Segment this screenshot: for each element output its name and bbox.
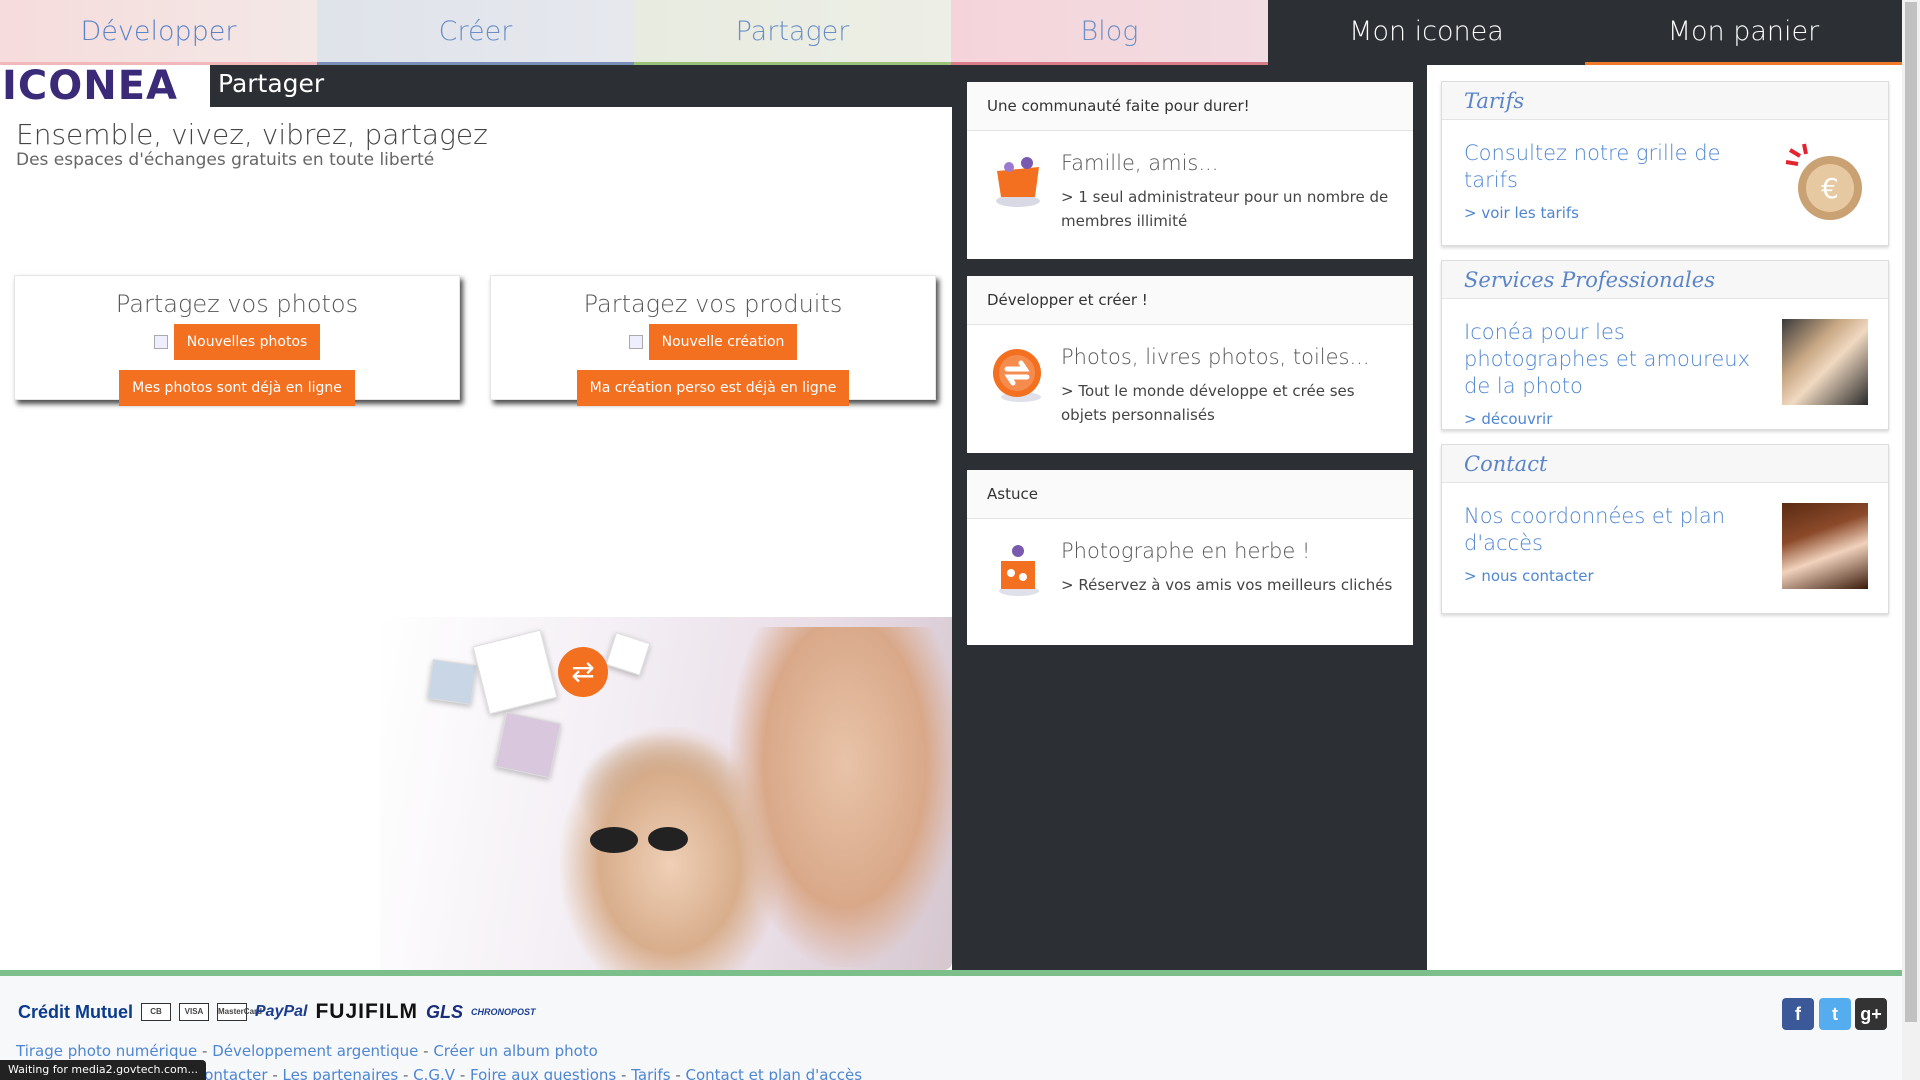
contact-link[interactable]: > nous contacter [1464, 567, 1594, 585]
photographer-photo [1782, 319, 1868, 405]
main-content: ICONEA Partager Ensemble, vivez, vibrez,… [0, 65, 952, 970]
middle-column: Une communauté faite pour durer! Famille… [952, 65, 1427, 970]
contact-card: Contact Nos coordonnées et plan d'accès … [1441, 444, 1889, 614]
card-description: > Réservez à vos amis vos meilleurs clic… [1061, 576, 1393, 594]
brand-bar: ICONEA Partager [0, 65, 952, 109]
chronopost-logo: CHRONOPOST [471, 1007, 536, 1017]
google-plus-icon[interactable]: g+ [1855, 998, 1887, 1030]
photo-cube [494, 711, 562, 779]
scrollbar[interactable] [1902, 0, 1920, 1080]
photo-cube [427, 659, 477, 705]
mastercard-icon: MasterCard [217, 1003, 262, 1021]
hero-photo: ⇄ [380, 617, 952, 970]
card-header: Services Professionales [1442, 261, 1888, 299]
share-products-card: Partagez vos produits Nouvelle création … [490, 275, 936, 406]
gls-logo: GLS [425, 1001, 463, 1022]
see-prices-link[interactable]: > voir les tarifs [1464, 204, 1579, 222]
top-nav: Développer Créer Partager Blog Mon icone… [0, 0, 1902, 65]
share-products-title: Partagez vos produits [583, 290, 843, 318]
tarifs-card: Tarifs Consultez notre grille de tarifs … [1441, 81, 1889, 246]
card-description: > Tout le monde développe et crée ses ob… [1061, 382, 1355, 424]
page-subtitle: Des espaces d'échanges gratuits en toute… [16, 150, 435, 170]
sunglasses [648, 827, 688, 851]
card-header: Tarifs [1442, 82, 1888, 120]
payment-logos: Crédit Mutuel CB VISA MasterCard PayPal … [18, 1000, 536, 1024]
share-photos-card: Partagez vos photos Nouvelles photos Mes… [14, 275, 460, 406]
card-header: Une communauté faite pour durer! [967, 82, 1413, 131]
card-description: > 1 seul administrateur pour un nombre d… [1061, 188, 1389, 230]
nav-blog[interactable]: Blog [951, 0, 1268, 65]
footer-link[interactable]: C.G.V [413, 1066, 455, 1080]
sunglasses [590, 827, 638, 853]
footer-link[interactable]: Tarifs [631, 1066, 670, 1080]
share-photos-title: Partagez vos photos [115, 290, 359, 318]
photo-cube [472, 629, 558, 715]
svg-text:€: € [1821, 172, 1839, 205]
scrollbar-thumb[interactable] [1905, 2, 1917, 1022]
nav-partager[interactable]: Partager [634, 0, 951, 65]
paypal-logo: PayPal [255, 1003, 308, 1020]
footer-links-row2: contacter - Les partenaires - C.G.V - Fo… [196, 1066, 862, 1080]
card-header: Astuce [967, 470, 1413, 519]
pro-services-card: Services Professionales Iconéa pour les … [1441, 260, 1889, 430]
card-title[interactable]: Iconéa pour les photographes et amoureux… [1464, 319, 1774, 400]
broken-image-icon [628, 335, 643, 349]
exchange-icon: ⇄ [558, 647, 608, 697]
discover-link[interactable]: > découvrir [1464, 410, 1552, 428]
nav-mon-panier[interactable]: Mon panier [1585, 0, 1902, 65]
community-card: Une communauté faite pour durer! Famille… [967, 82, 1413, 259]
gift-icon [999, 545, 1039, 596]
footer-link[interactable]: contacter [196, 1066, 268, 1080]
card-title: Photographe en herbe ! [1061, 539, 1311, 563]
new-photos-button[interactable]: Nouvelles photos [173, 324, 321, 360]
footer: Crédit Mutuel CB VISA MasterCard PayPal … [0, 970, 1902, 1080]
card-header: Développer et créer ! [967, 276, 1413, 325]
credit-mutuel-logo: Crédit Mutuel [18, 1001, 133, 1022]
fujifilm-logo: FUJIFILM [315, 1000, 418, 1023]
broken-image-icon [153, 335, 168, 349]
footer-link[interactable]: Tirage photo numérique [16, 1042, 197, 1060]
section-label: Partager [218, 69, 325, 98]
photos-online-button[interactable]: Mes photos sont déjà en ligne [119, 370, 355, 406]
footer-links-row1: Tirage photo numérique - Développement a… [16, 1042, 598, 1060]
develop-create-card: Développer et créer ! Photos, livres pho… [967, 276, 1413, 453]
nav-mon-iconea[interactable]: Mon iconea [1268, 0, 1585, 65]
card-title: Famille, amis... [1061, 151, 1219, 175]
operator-photo [1782, 503, 1868, 589]
footer-link[interactable]: Foire aux questions [470, 1066, 616, 1080]
photo-cube [605, 632, 651, 676]
logo-text: ICONEA [2, 65, 178, 109]
footer-link[interactable]: Contact et plan d'accès [686, 1066, 863, 1080]
twitter-icon[interactable]: t [1819, 998, 1851, 1030]
card-title: Photos, livres photos, toiles... [1061, 345, 1370, 369]
status-bar: Waiting for media2.govtech.com... [0, 1060, 206, 1080]
euro-coin-icon: € [1785, 143, 1862, 220]
facebook-icon[interactable]: f [1782, 998, 1814, 1030]
creation-online-button[interactable]: Ma création perso est déjà en ligne [576, 370, 850, 406]
right-column: Tarifs Consultez notre grille de tarifs … [1427, 65, 1902, 970]
page-title: Ensemble, vivez, vibrez, partagez [16, 118, 488, 151]
exchange-icon [993, 349, 1041, 402]
community-icon [996, 157, 1040, 207]
card-title[interactable]: Nos coordonnées et plan d'accès [1464, 503, 1774, 557]
cb-card-icon: CB [141, 1003, 171, 1021]
card-header: Contact [1442, 445, 1888, 483]
footer-link[interactable]: Créer un album photo [433, 1042, 598, 1060]
nav-creer[interactable]: Créer [317, 0, 634, 65]
new-creation-button[interactable]: Nouvelle création [648, 324, 798, 360]
iconea-logo[interactable]: ICONEA [0, 65, 210, 109]
footer-link[interactable]: Les partenaires [283, 1066, 399, 1080]
card-title[interactable]: Consultez notre grille de tarifs [1464, 140, 1774, 194]
visa-card-icon: VISA [179, 1003, 209, 1021]
tip-card: Astuce Photographe en herbe ! > Réservez… [967, 470, 1413, 645]
nav-developper[interactable]: Développer [0, 0, 317, 65]
footer-link[interactable]: Développement argentique [212, 1042, 418, 1060]
